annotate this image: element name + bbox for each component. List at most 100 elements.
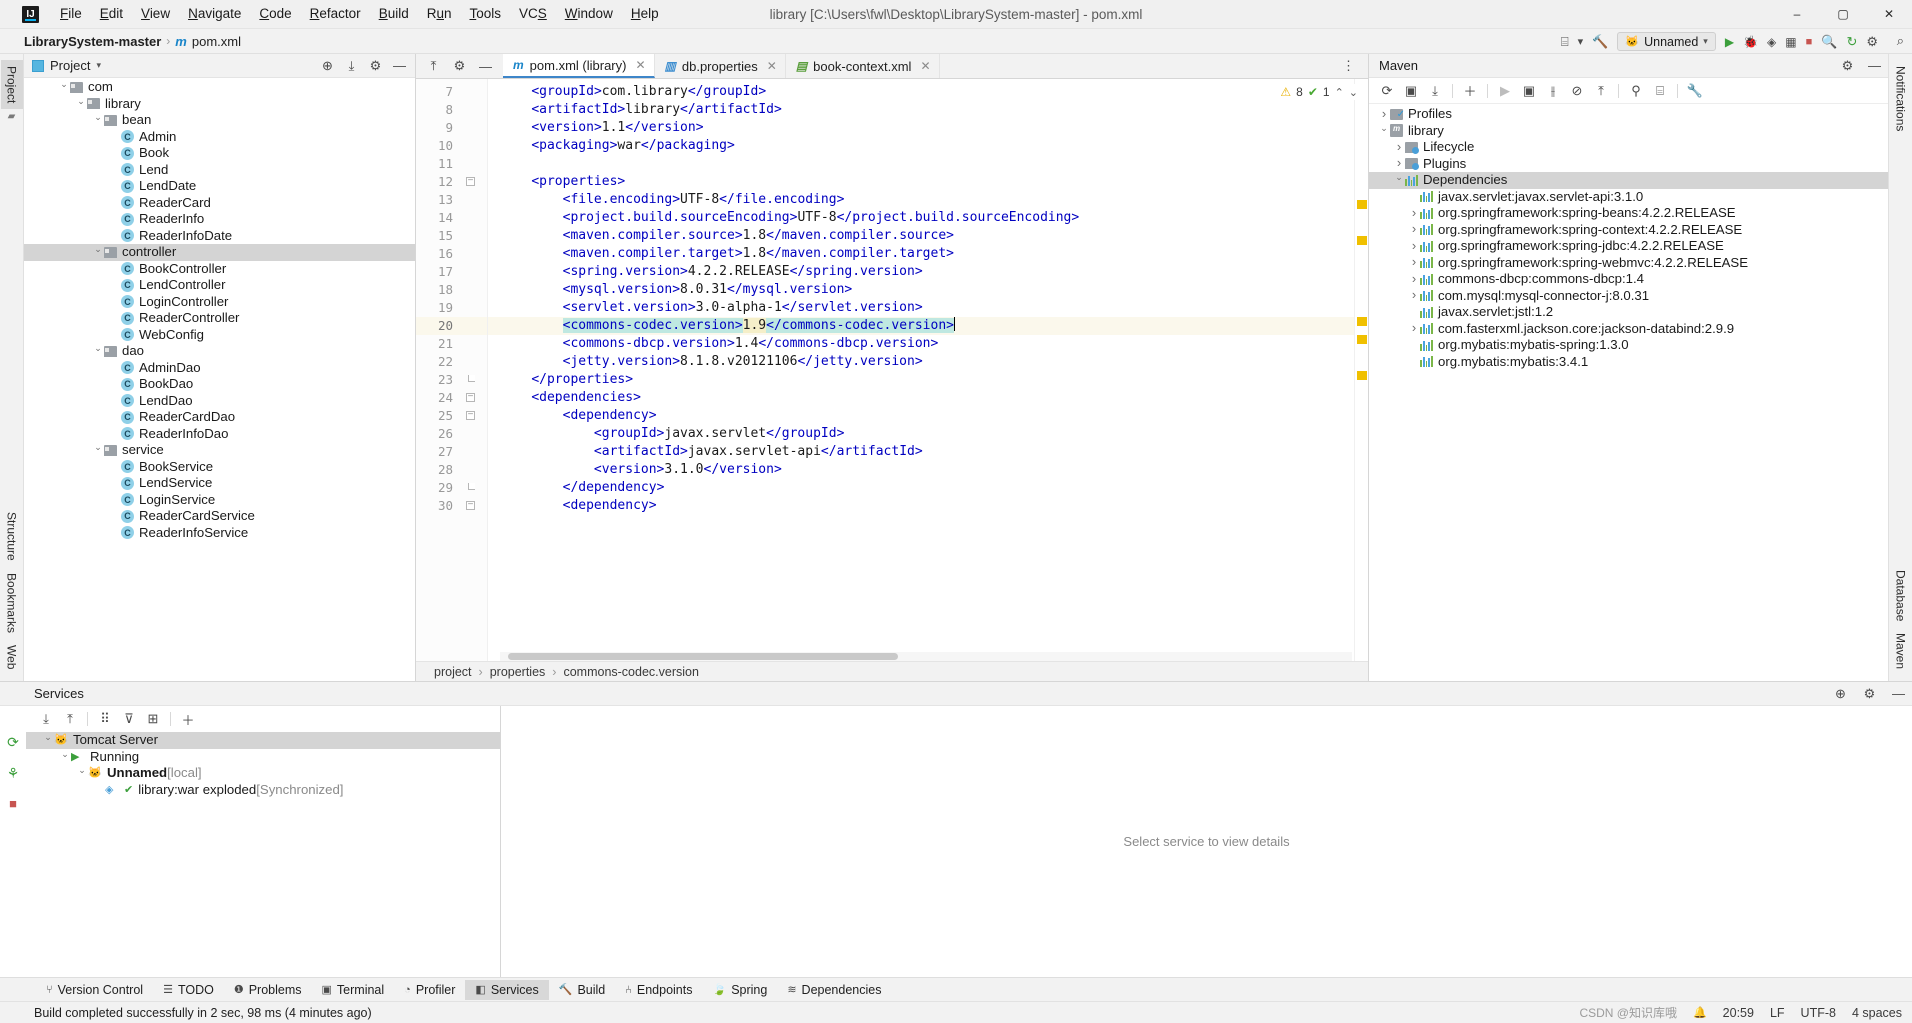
menu-run[interactable]: Run (418, 2, 461, 26)
profiler-icon[interactable]: ⌸ (1648, 80, 1672, 102)
project-tree-item[interactable]: C ReaderCard (24, 195, 415, 212)
code-line[interactable]: <artifactId>library</artifactId> (488, 101, 1354, 119)
menu-edit[interactable]: Edit (91, 2, 132, 26)
chevron-down-icon[interactable] (92, 244, 104, 261)
maven-tree-item[interactable]: org.mybatis:mybatis-spring:1.3.0 (1369, 337, 1888, 354)
warning-marker[interactable] (1357, 335, 1367, 344)
maven-tree-item[interactable]: Lifecycle (1369, 139, 1888, 156)
maven-tree-item[interactable]: org.springframework:spring-webmvc:4.2.2.… (1369, 255, 1888, 272)
chevron-down-icon[interactable] (1393, 172, 1405, 189)
run-icon[interactable]: ▶ (1493, 80, 1517, 102)
fold-collapse-icon[interactable] (466, 501, 475, 510)
fold-collapse-icon[interactable] (466, 393, 475, 402)
toolwindow-button-dependencies[interactable]: ≋ Dependencies (777, 980, 891, 1000)
editor-tab[interactable]: ▥ db.properties ✕ (655, 54, 786, 78)
maven-project-tree[interactable]: Profiles m libraryLifecyclePluginsDependen… (1369, 104, 1888, 681)
close-tab-icon[interactable]: ✕ (767, 59, 777, 73)
project-tree-item[interactable]: C ReaderInfoDao (24, 426, 415, 443)
maven-tree-item[interactable]: org.springframework:spring-beans:4.2.2.R… (1369, 205, 1888, 222)
debug-icon[interactable]: ⚘ (7, 765, 20, 782)
toolwindow-button-version-control[interactable]: ⑂ Version Control (36, 980, 153, 1000)
inspect-icon[interactable]: ⌸ (1561, 34, 1569, 50)
rail-tab-bookmarks[interactable]: Bookmarks (1, 567, 23, 639)
toolwindow-button-endpoints[interactable]: ⑃ Endpoints (615, 980, 702, 1000)
editor-expand-icon[interactable]: ⤒ (426, 58, 441, 74)
line-number[interactable]: 23 (416, 371, 487, 389)
project-tree-item[interactable]: service (24, 442, 415, 459)
fold-collapse-icon[interactable] (466, 177, 475, 186)
collapse-all-icon[interactable]: ⤓ (344, 58, 359, 73)
project-tree-item[interactable]: C ReaderController (24, 310, 415, 327)
close-tab-icon[interactable]: ✕ (635, 58, 645, 72)
editor-code[interactable]: <groupId>com.library</groupId> <artifact… (488, 79, 1354, 661)
chevron-right-icon[interactable] (1408, 254, 1420, 272)
editor-hide-icon[interactable]: — (478, 59, 493, 74)
maven-tree-item[interactable]: com.fasterxml.jackson.core:jackson-datab… (1369, 321, 1888, 338)
rail-tab-database[interactable]: Database (1890, 564, 1912, 627)
debug-button[interactable]: 🐞 (1743, 35, 1758, 49)
collapse-all-icon[interactable]: ⤒ (58, 708, 82, 730)
rail-tab-notifications[interactable]: Notifications (1890, 60, 1912, 137)
services-tree-item[interactable]: 🐱 Unnamed [local] (26, 765, 500, 782)
code-line[interactable]: <file.encoding>UTF-8</file.encoding> (488, 191, 1354, 209)
tool-window-bar[interactable]: ⑂ Version Control ☰ TODO ❶ Problems ▣ Terminal ◔… (0, 977, 1912, 1001)
menu-view[interactable]: View (132, 2, 179, 26)
maven-toolbar[interactable]: ⟳ ▣ ⤓ ＋ ▶ ▣ ⫲ ⊘ ⤒ ⚲ ⌸ 🔧 (1369, 78, 1888, 104)
line-number[interactable]: 30 (416, 497, 487, 515)
project-tree-item[interactable]: bean (24, 112, 415, 129)
stop-button[interactable]: ■ (1806, 36, 1813, 48)
code-line[interactable]: <commons-codec.version>1.9</commons-code… (488, 317, 1354, 335)
fold-collapse-icon[interactable] (466, 411, 475, 420)
breadcrumb-element-properties[interactable]: properties (490, 665, 546, 679)
chevron-right-icon[interactable] (1408, 287, 1420, 305)
line-number[interactable]: 29 (416, 479, 487, 497)
editor-tab[interactable]: ▤ book-context.xml ✕ (786, 54, 940, 78)
chevron-right-icon[interactable] (1408, 205, 1420, 223)
project-tree-item[interactable]: com (24, 79, 415, 96)
code-line[interactable]: <dependency> (488, 407, 1354, 425)
chevron-down-icon[interactable] (76, 765, 88, 782)
chevron-down-icon[interactable] (92, 343, 104, 360)
services-tree[interactable]: 🐱 Tomcat Server ▶ Running 🐱 Unnamed [local] ◈ ✔… (26, 732, 500, 977)
chevron-down-icon[interactable] (42, 732, 54, 749)
breadcrumb-file[interactable]: pom.xml (192, 34, 241, 49)
rail-tab-maven[interactable]: Maven (1890, 627, 1912, 675)
menu-vcs[interactable]: VCS (510, 2, 556, 26)
editor-gutter[interactable]: 7891011121314151617181920212223242526272… (416, 79, 488, 661)
project-tree-item[interactable]: C LendService (24, 475, 415, 492)
maven-tree-item[interactable]: org.mybatis:mybatis:3.4.1 (1369, 354, 1888, 371)
expand-all-icon[interactable]: ⤓ (34, 708, 58, 730)
group-icon[interactable]: ⠿ (93, 708, 117, 730)
line-number[interactable]: 26 (416, 425, 487, 443)
line-number[interactable]: 21 (416, 335, 487, 353)
code-line[interactable]: <jetty.version>8.1.8.v20121106</jetty.ve… (488, 353, 1354, 371)
maven-tree-item[interactable]: commons-dbcp:commons-dbcp:1.4 (1369, 271, 1888, 288)
services-settings-icon[interactable]: ⚙ (1862, 686, 1877, 701)
code-line[interactable]: </properties> (488, 371, 1354, 389)
chevron-down-icon[interactable] (59, 749, 71, 766)
menu-build[interactable]: Build (370, 2, 418, 26)
line-number[interactable]: 10 (416, 137, 487, 155)
stop-icon[interactable]: ■ (9, 796, 17, 811)
code-line[interactable]: <packaging>war</packaging> (488, 137, 1354, 155)
line-number[interactable]: 25 (416, 407, 487, 425)
line-number[interactable]: 28 (416, 461, 487, 479)
coverage-button[interactable]: ▦ (1785, 35, 1796, 49)
maven-tree-item[interactable]: Profiles (1369, 106, 1888, 124)
code-line[interactable]: <servlet.version>3.0-alpha-1</servlet.ve… (488, 299, 1354, 317)
editor-horizontal-scrollbar[interactable] (500, 652, 1352, 661)
menu-file[interactable]: FFileile (51, 2, 91, 26)
close-tab-icon[interactable]: ✕ (920, 59, 930, 73)
line-number[interactable]: 14 (416, 209, 487, 227)
line-number[interactable]: 22 (416, 353, 487, 371)
notification-icon[interactable]: 🔔 (1693, 1006, 1707, 1019)
line-number[interactable]: 20 (416, 317, 487, 335)
breadcrumb-element-project[interactable]: project (434, 665, 472, 679)
project-tree-item[interactable]: dao (24, 343, 415, 360)
execute-goal-icon[interactable]: ▣ (1517, 80, 1541, 102)
project-file-tree[interactable]: comlibrarybeanCAdminCBookCLendCLendDateC… (24, 78, 415, 681)
reload-icon[interactable]: ⟳ (1375, 80, 1399, 102)
run-configuration-selector[interactable]: 🐱 Unnamed ▾ (1617, 32, 1716, 51)
warning-marker[interactable] (1357, 371, 1367, 380)
project-tree-item[interactable]: C BookDao (24, 376, 415, 393)
